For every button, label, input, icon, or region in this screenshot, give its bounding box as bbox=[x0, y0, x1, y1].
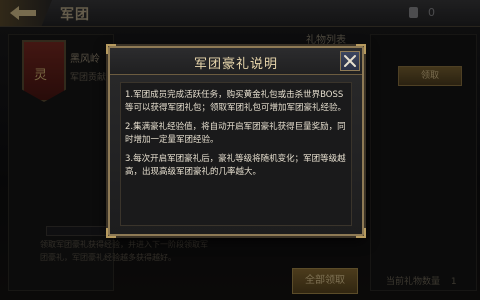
rule-text: 2.集满豪礼经验值，将自动开启军团豪礼获得巨量奖励，同时增加一定量军团经验。 bbox=[125, 122, 346, 145]
dialog-header: 军团豪礼说明 bbox=[110, 48, 362, 75]
guild-gift-info-dialog: 军团豪礼说明 1.军团成员完成活跃任务，购买黄金礼包或击杀世界BOSS等可以获得… bbox=[106, 44, 366, 238]
close-button[interactable] bbox=[340, 51, 360, 71]
corner-ornament bbox=[356, 228, 366, 238]
dialog-body: 1.军团成员完成活跃任务，购买黄金礼包或击杀世界BOSS等可以获得军团礼包；领取… bbox=[120, 82, 352, 226]
corner-ornament bbox=[106, 228, 116, 238]
close-icon bbox=[344, 55, 356, 67]
corner-ornament bbox=[106, 44, 116, 54]
rule-text: 1.军团成员完成活跃任务，购买黄金礼包或击杀世界BOSS等可以获得军团礼包；领取… bbox=[125, 90, 347, 113]
dialog-title: 军团豪礼说明 bbox=[193, 57, 278, 72]
rule-text: 3.每次开启军团豪礼后，豪礼等级将随机变化；军团等级越高，出现高级军团豪礼的几率… bbox=[125, 154, 346, 177]
corner-ornament bbox=[356, 44, 366, 54]
